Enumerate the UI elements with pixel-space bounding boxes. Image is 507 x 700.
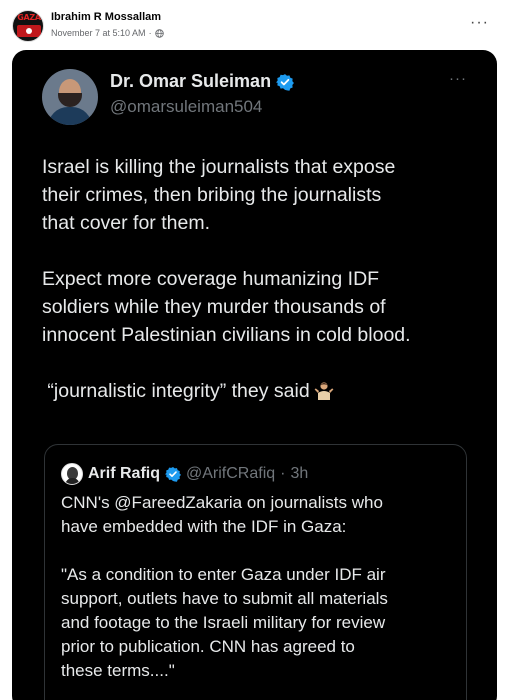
person-shrugging-emoji-icon xyxy=(314,382,334,400)
tweet-author-name-row: Dr. Omar Suleiman xyxy=(110,71,294,92)
tweet-line: Israel is killing the journalists that e… xyxy=(42,156,396,178)
quoted-author-name: Arif Rafiq xyxy=(88,465,160,482)
tweet-paragraph-3: “journalistic integrity” they said xyxy=(42,377,472,405)
post-timestamp[interactable]: November 7 at 5:10 AM xyxy=(51,28,146,38)
quoted-line: support, outlets have to submit all mate… xyxy=(61,589,388,608)
tweet-more-icon: ··· xyxy=(449,70,467,87)
avatar-dot xyxy=(26,28,32,34)
tweet-text: Israel is killing the journalists that e… xyxy=(42,153,472,433)
quoted-tweet[interactable]: Arif Rafiq @ArifCRafiq · 3h CNN's @Faree… xyxy=(44,444,467,700)
quoted-line: "As a condition to enter Gaza under IDF … xyxy=(61,565,386,584)
tweet-line: that cover for them. xyxy=(42,212,210,234)
author-avatar[interactable]: GAZA xyxy=(12,10,44,42)
quoted-line: CNN's @FareedZakaria on journalists who xyxy=(61,493,383,512)
tweet-paragraph-1: Israel is killing the journalists that e… xyxy=(42,153,472,237)
quoted-line: have embedded with the IDF in Gaza: xyxy=(61,517,347,536)
quoted-tweet-text: CNN's @FareedZakaria on journalists who … xyxy=(61,491,461,700)
verified-badge-icon xyxy=(276,73,294,91)
quoted-paragraph-1: CNN's @FareedZakaria on journalists who … xyxy=(61,491,461,539)
avatar-beard xyxy=(58,93,82,107)
quoted-line: prior to publication. CNN has agreed to xyxy=(61,637,355,656)
meta-separator: · xyxy=(148,28,152,38)
quoted-author-handle: @ArifCRafiq xyxy=(186,465,276,482)
tweet-line: Expect more coverage humanizing IDF xyxy=(42,268,380,290)
post-meta: November 7 at 5:10 AM · xyxy=(51,28,164,38)
globe-icon[interactable] xyxy=(154,28,164,38)
avatar-logo-text: GAZA xyxy=(17,13,41,22)
tweet-line: soldiers while they murder thousands of xyxy=(42,296,386,318)
quoted-author-avatar xyxy=(61,463,83,485)
quoted-line: and footage to the Israeli military for … xyxy=(61,613,386,632)
tweet-author-avatar xyxy=(42,69,98,125)
tweet-author-name: Dr. Omar Suleiman xyxy=(110,71,272,91)
quoted-tweet-header: Arif Rafiq @ArifCRafiq · 3h xyxy=(61,463,308,485)
tweet-paragraph-2: Expect more coverage humanizing IDF sold… xyxy=(42,265,472,349)
quoted-avatar-body xyxy=(65,478,80,484)
quoted-time: 3h xyxy=(290,465,309,482)
author-name[interactable]: Ibrahim R Mossallam xyxy=(51,11,161,23)
tweet-line: “journalistic integrity” they said xyxy=(42,380,310,402)
post-header: GAZA Ibrahim R Mossallam November 7 at 5… xyxy=(0,0,507,50)
avatar-shirt xyxy=(48,107,92,125)
post-more-options-button[interactable]: ··· xyxy=(470,14,489,32)
quoted-separator: · xyxy=(280,465,286,482)
verified-badge-icon xyxy=(165,467,181,482)
quoted-line: these terms...." xyxy=(61,661,175,680)
tweet-screenshot[interactable]: Dr. Omar Suleiman @omarsuleiman504 ··· I… xyxy=(12,50,497,700)
quoted-paragraph-2: "As a condition to enter Gaza under IDF … xyxy=(61,563,461,683)
tweet-line: innocent Palestinian civilians in cold b… xyxy=(42,324,411,346)
tweet-line: their crimes, then bribing the journalis… xyxy=(42,184,382,206)
tweet-author-handle: @omarsuleiman504 xyxy=(110,97,263,116)
